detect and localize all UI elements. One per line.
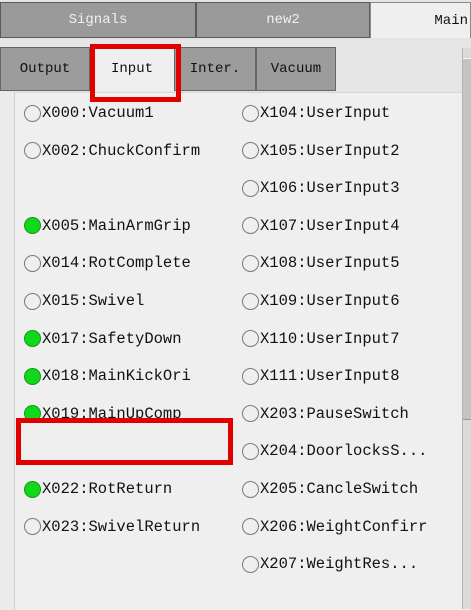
signal-x000: X000:Vacuum1 (24, 98, 154, 128)
tab-main-label: Main (434, 12, 468, 29)
tab-signals[interactable]: Signals (0, 2, 196, 38)
signal-lamp-off-icon (24, 142, 41, 160)
signal-x207: X207:WeightRes... (242, 549, 418, 579)
signal-lamp-off-icon (242, 367, 259, 385)
signal-label: X109:UserInput6 (260, 292, 400, 310)
signal-lamp-off-icon (242, 179, 259, 197)
signal-x108: X108:UserInput5 (242, 248, 400, 278)
top-tab-bar: Signals new2 Main (0, 0, 471, 41)
signal-lamp-off-icon (242, 217, 259, 235)
subtab-input-label: Input (110, 61, 153, 77)
signal-label: X017:SafetyDown (42, 329, 182, 348)
signal-x015: X015:Swivel (24, 286, 144, 316)
scrollbar[interactable] (462, 48, 471, 609)
signal-x206: X206:WeightConfirr (242, 512, 427, 542)
signal-label: X104:UserInput (260, 104, 391, 122)
signal-label: X107:UserInput4 (260, 216, 400, 235)
signal-label: X205:CancleSwitch (260, 480, 419, 498)
signal-lamp-on-icon (24, 217, 41, 235)
signal-label: X110:UserInput7 (260, 329, 400, 348)
signal-label: X022:RotReturn (42, 480, 173, 498)
signal-x002: X002:ChuckConfirm (24, 136, 200, 166)
signal-x205: X205:CancleSwitch (242, 474, 418, 504)
signal-lamp-off-icon (242, 254, 259, 272)
signal-lamp-off-icon (24, 292, 41, 310)
signal-label: X023:SwivelReturn (42, 517, 201, 536)
signal-lamp-off-icon (242, 518, 259, 536)
signal-label: X014:RotComplete (42, 254, 191, 273)
subtab-vacuum[interactable]: Vacuum (256, 47, 336, 91)
signal-label: X106:UserInput3 (260, 179, 400, 198)
tab-new2[interactable]: new2 (196, 2, 370, 38)
subtab-output-label: Output (19, 61, 71, 77)
subtab-output[interactable]: Output (0, 47, 90, 91)
signal-lamp-off-icon (242, 405, 259, 423)
signal-lamp-off-icon (242, 480, 259, 498)
signal-lamp-off-icon (242, 555, 259, 573)
signal-lamp-off-icon (242, 142, 259, 160)
signal-label: X005:MainArmGrip (42, 216, 191, 235)
signal-x104: X104:UserInput (242, 98, 390, 128)
tab-main[interactable]: Main (370, 2, 471, 38)
signal-x109: X109:UserInput6 (242, 286, 400, 316)
signal-x014: X014:RotComplete (24, 248, 191, 278)
signal-lamp-off-icon (242, 292, 259, 310)
subtab-input[interactable]: Input (90, 47, 174, 91)
signal-lamp-off-icon (24, 254, 41, 272)
signal-x105: X105:UserInput2 (242, 136, 400, 166)
signal-x111: X111:UserInput8 (242, 361, 400, 391)
signal-x204: X204:DoorlocksS... (242, 436, 427, 466)
signal-label: X000:Vacuum1 (42, 104, 154, 122)
signal-x022: X022:RotReturn (24, 474, 172, 504)
signal-label: X111:UserInput8 (260, 367, 400, 386)
signal-label: X207:WeightRes... (260, 555, 419, 574)
signal-lamp-on-icon (24, 330, 41, 348)
signal-label: X108:UserInput5 (260, 254, 400, 273)
scrollbar-thumb[interactable] (463, 58, 471, 420)
signal-label: X206:WeightConfirr (260, 517, 428, 536)
signal-label: X019:MainUpComp (42, 404, 182, 423)
signal-lamp-off-icon (242, 330, 259, 348)
sub-tab-bar: Output Input Inter. Vacuum (0, 40, 471, 92)
subtab-inter-label: Inter. (189, 61, 241, 77)
signal-label: X002:ChuckConfirm (42, 141, 201, 160)
signal-x018: X018:MainKickOri (24, 361, 191, 391)
signal-lamp-off-icon (24, 104, 41, 122)
signal-x017: X017:SafetyDown (24, 324, 182, 354)
signal-lamp-on-icon (24, 367, 41, 385)
signal-label: X204:DoorlocksS... (260, 442, 428, 461)
subtab-vacuum-label: Vacuum (270, 61, 322, 77)
signal-x203: X203:PauseSwitch (242, 399, 409, 429)
signal-lamp-off-icon (242, 104, 259, 122)
signal-x019: X019:MainUpComp (24, 399, 182, 429)
signal-lamp-on-icon (24, 405, 41, 423)
signal-x106: X106:UserInput3 (242, 173, 400, 203)
tab-new2-label: new2 (266, 12, 300, 28)
tab-signals-label: Signals (68, 12, 128, 28)
signal-x005: X005:MainArmGrip (24, 211, 191, 241)
signal-label: X203:PauseSwitch (260, 404, 409, 423)
signal-label: X018:MainKickOri (42, 367, 191, 386)
signal-lamp-off-icon (24, 518, 41, 536)
signal-x107: X107:UserInput4 (242, 211, 400, 241)
signal-x023: X023:SwivelReturn (24, 512, 200, 542)
signal-label: X015:Swivel (42, 292, 145, 310)
signal-label: X105:UserInput2 (260, 141, 400, 160)
signal-lamp-on-icon (24, 480, 41, 498)
signal-lamp-off-icon (242, 442, 259, 460)
signal-x110: X110:UserInput7 (242, 324, 400, 354)
subtab-inter[interactable]: Inter. (174, 47, 256, 91)
